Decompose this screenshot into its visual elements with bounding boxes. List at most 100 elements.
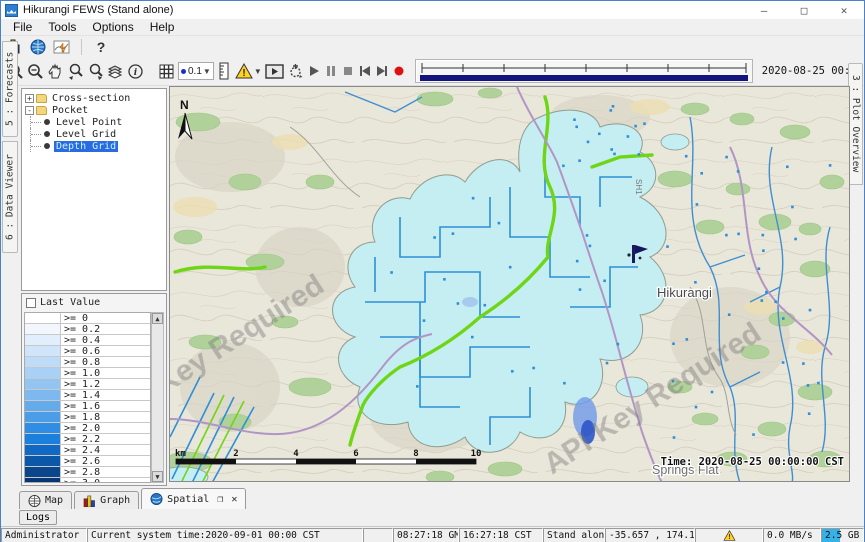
logs-button[interactable]: Logs bbox=[19, 510, 57, 525]
menu-options[interactable]: Options bbox=[85, 19, 140, 35]
status-user: Administrator bbox=[1, 528, 87, 542]
legend-color-swatch bbox=[25, 357, 61, 367]
zoom-next-icon[interactable] bbox=[87, 61, 104, 82]
tree-item-level-grid[interactable]: Level Grid bbox=[25, 128, 166, 140]
legend-row[interactable]: >= 0.8 bbox=[25, 357, 150, 368]
collapse-icon[interactable]: - bbox=[25, 106, 34, 115]
menu-file[interactable]: File bbox=[6, 19, 39, 35]
bar-chart-icon bbox=[83, 495, 96, 507]
movie-export-icon[interactable] bbox=[265, 61, 284, 82]
legend-row[interactable]: >= 0.6 bbox=[25, 346, 150, 357]
legend-row[interactable]: >= 0.2 bbox=[25, 324, 150, 335]
tree-item-depth-grid[interactable]: Depth Grid bbox=[25, 140, 166, 152]
legend-row[interactable]: >= 1.4 bbox=[25, 390, 150, 401]
menu-help[interactable]: Help bbox=[143, 19, 182, 35]
skip-to-start-icon[interactable] bbox=[358, 61, 372, 82]
tab-maximize-icon[interactable]: ❐ bbox=[217, 494, 223, 505]
legend-row[interactable]: >= 1.6 bbox=[25, 401, 150, 412]
legend-row[interactable]: >= 2.2 bbox=[25, 434, 150, 445]
legend-scrollbar[interactable]: ▲ ▼ bbox=[151, 312, 164, 483]
timeseries-dialog-icon[interactable] bbox=[53, 38, 71, 55]
status-warning[interactable]: ! bbox=[695, 528, 763, 542]
legend-row[interactable]: >= 1.2 bbox=[25, 379, 150, 390]
legend-value-label: >= 2.2 bbox=[61, 434, 100, 444]
skip-to-end-icon[interactable] bbox=[375, 61, 389, 82]
status-coordinates: -35.657 , 174.199 bbox=[605, 528, 695, 542]
legend-row[interactable]: >= 2.8 bbox=[25, 467, 150, 478]
legend-row[interactable]: >= 2.6 bbox=[25, 456, 150, 467]
stop-icon[interactable] bbox=[341, 61, 355, 82]
play-icon[interactable] bbox=[307, 61, 321, 82]
last-value-checkbox[interactable] bbox=[26, 298, 36, 308]
menu-tools[interactable]: Tools bbox=[41, 19, 83, 35]
zoom-out-icon[interactable] bbox=[27, 61, 44, 82]
legend-color-swatch bbox=[25, 390, 61, 400]
help-icon[interactable]: ? bbox=[92, 38, 110, 55]
info-icon[interactable]: i bbox=[127, 61, 144, 82]
globe-grid-icon bbox=[28, 495, 41, 507]
tree-branch-line bbox=[30, 116, 44, 128]
scroll-up-icon[interactable]: ▲ bbox=[152, 313, 163, 324]
folder-icon bbox=[36, 106, 47, 115]
tab-data-viewer[interactable]: 6 : Data Viewer bbox=[2, 141, 18, 253]
tab-spatial[interactable]: Spatial ❐ ✕ bbox=[141, 488, 246, 509]
zoom-previous-icon[interactable] bbox=[67, 61, 84, 82]
pan-icon[interactable] bbox=[47, 61, 64, 82]
interval-value: 0.1 bbox=[188, 66, 202, 77]
legend-row[interactable]: >= 2.0 bbox=[25, 423, 150, 434]
layers-icon[interactable] bbox=[107, 61, 124, 82]
tab-graph-label: Graph bbox=[100, 495, 130, 506]
minimize-button[interactable]: — bbox=[744, 1, 784, 19]
legend-color-swatch bbox=[25, 401, 61, 411]
legend-color-swatch bbox=[25, 478, 61, 483]
tab-map[interactable]: Map bbox=[19, 491, 72, 509]
expand-icon[interactable]: + bbox=[25, 94, 34, 103]
legend-row[interactable]: >= 3.0 bbox=[25, 478, 150, 483]
tree-item-label[interactable]: Level Point bbox=[54, 117, 124, 128]
tab-forecasts[interactable]: 5 : Forecasts bbox=[2, 41, 18, 137]
legend-color-swatch bbox=[25, 445, 61, 455]
legend-row[interactable]: >= 0.4 bbox=[25, 335, 150, 346]
tree-item-cross-section[interactable]: + Cross-section bbox=[25, 92, 166, 104]
legend-row[interactable]: >= 2.4 bbox=[25, 445, 150, 456]
status-mode: Stand alone bbox=[543, 528, 605, 542]
bullet-icon bbox=[44, 119, 50, 125]
menu-bar: File Tools Options Help bbox=[1, 19, 864, 36]
time-slider-bar bbox=[420, 75, 748, 81]
display-tabs: Map Graph Spatial ❐ ✕ bbox=[19, 488, 246, 509]
close-button[interactable]: ✕ bbox=[824, 1, 864, 19]
tree-item-label[interactable]: Cross-section bbox=[50, 93, 132, 104]
scroll-down-icon[interactable]: ▼ bbox=[152, 471, 163, 482]
tab-graph[interactable]: Graph bbox=[74, 491, 139, 509]
svg-text:!: ! bbox=[242, 68, 245, 79]
time-slider[interactable] bbox=[415, 59, 753, 83]
tree-item-label-selected[interactable]: Depth Grid bbox=[54, 141, 118, 152]
app-icon bbox=[5, 4, 18, 17]
tree-item-level-point[interactable]: Level Point bbox=[25, 116, 166, 128]
toolbar-separator bbox=[81, 39, 82, 55]
tree-item-label[interactable]: Level Grid bbox=[54, 129, 118, 140]
contour-interval-dropdown[interactable]: 0.1 ▼ bbox=[178, 62, 214, 80]
legend-value-label: >= 2.8 bbox=[61, 467, 100, 477]
status-bar: Administrator Current system time:2020-0… bbox=[1, 526, 864, 542]
spatial-map[interactable]: API Key Required API Key Required Hikura… bbox=[169, 86, 850, 482]
record-icon[interactable] bbox=[392, 61, 406, 82]
tree-item-label[interactable]: Pocket bbox=[50, 105, 90, 116]
scale-bar-icon[interactable] bbox=[217, 61, 232, 82]
legend-row[interactable]: >= 1.8 bbox=[25, 412, 150, 423]
tab-close-icon[interactable]: ✕ bbox=[231, 494, 237, 505]
folder-icon bbox=[36, 94, 47, 103]
grid-display-icon[interactable] bbox=[158, 61, 175, 82]
map-display-icon[interactable] bbox=[29, 38, 47, 55]
map-canvas[interactable]: API Key Required API Key Required Hikura… bbox=[170, 87, 850, 482]
pause-icon[interactable] bbox=[324, 61, 338, 82]
legend-color-swatch bbox=[25, 467, 61, 477]
thresholds-dropdown[interactable]: ! ▼ bbox=[235, 61, 262, 82]
animate-icon[interactable] bbox=[287, 61, 304, 82]
legend-row[interactable]: >= 1.0 bbox=[25, 368, 150, 379]
legend-row[interactable]: >= 0 bbox=[25, 313, 150, 324]
tab-plot-overview[interactable]: 3 : Plot Overview bbox=[848, 63, 863, 185]
tree-item-pocket[interactable]: - Pocket bbox=[25, 104, 166, 116]
maximize-button[interactable]: □ bbox=[784, 1, 824, 19]
legend-color-swatch bbox=[25, 379, 61, 389]
